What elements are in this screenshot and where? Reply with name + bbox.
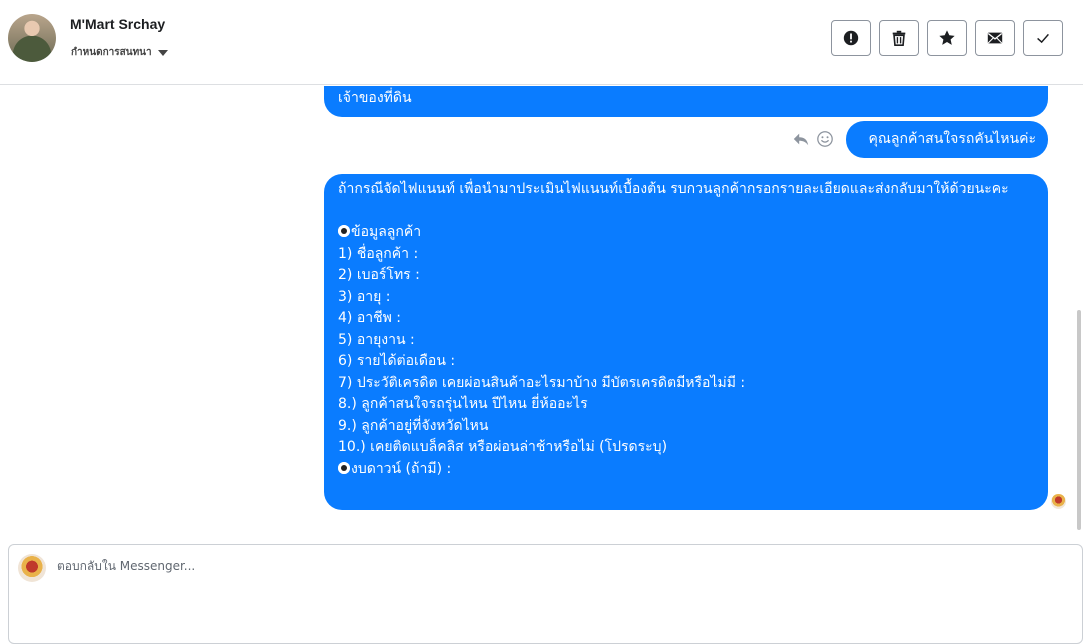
contact-avatar[interactable] (8, 14, 56, 62)
message-bubble[interactable]: คุณลูกค้าสนใจรถคันไหนค่ะ (846, 121, 1048, 158)
star-icon (939, 30, 955, 45)
message-bubble[interactable]: เจ้าของที่ดิน (324, 86, 1048, 117)
mark-spam-button[interactable] (831, 20, 871, 56)
react-icon[interactable] (816, 130, 834, 148)
form-item: 3) อายุ : (338, 288, 391, 305)
message-bubble-form[interactable]: ถ้ากรณีจัดไฟแนนท์ เพื่อนำมาประเมินไฟแนนท… (324, 174, 1048, 510)
radio-button-icon (338, 461, 350, 474)
page-avatar (18, 554, 46, 582)
form-item: 10.) เคยติดแบล็คลิส หรือผ่อนล่าช้าหรือไม… (338, 439, 668, 455)
form-item: 1) ชื่อลูกค้า : (338, 245, 419, 262)
message-text: คุณลูกค้าสนใจรถคันไหนค่ะ (868, 130, 1036, 147)
caret-down-icon (157, 49, 168, 56)
form-section-title: ข้อมูลลูกค้า (351, 224, 422, 240)
star-button[interactable] (927, 20, 967, 56)
mark-done-button[interactable] (1023, 20, 1063, 56)
envelope-icon (987, 32, 1003, 44)
form-item: 2) เบอร์โทร : (338, 267, 420, 283)
message-text: เจ้าของที่ดิน (338, 89, 412, 106)
radio-button-icon (338, 225, 350, 237)
check-icon (1037, 33, 1049, 44)
assign-conversation-label: กำหนดการสนทนา (71, 47, 152, 58)
reply-icon[interactable] (792, 130, 810, 148)
form-item: 6) รายได้ต่อเดือน : (338, 353, 456, 369)
form-item: 7) ประวัติเครดิต เคยผ่อนสินค้าอะไรมาบ้าง… (338, 374, 746, 391)
form-item: 5) อายุงาน : (338, 331, 415, 348)
seen-receipt-avatar (1051, 494, 1066, 509)
conversation-toolbar (831, 20, 1063, 56)
form-intro-text: ถ้ากรณีจัดไฟแนนท์ เพื่อนำมาประเมินไฟแนนท… (338, 181, 1009, 197)
thread-scrollbar[interactable] (1077, 310, 1081, 530)
form-downpayment: งบดาวน์ (ถ้ามี) : (351, 460, 452, 477)
message-actions (792, 130, 834, 148)
reply-input[interactable] (57, 559, 957, 573)
form-item: 8.) ลูกค้าสนใจรถรุ่นไหน ปีไหน ยี่ห้ออะไร (338, 396, 588, 412)
form-item: 9.) ลูกค้าอยู่ที่จังหวัดไหน (338, 417, 489, 434)
assign-conversation-dropdown[interactable]: กำหนดการสนทนา (71, 45, 168, 60)
mark-unread-button[interactable] (975, 20, 1015, 56)
trash-icon (892, 30, 906, 47)
reply-composer[interactable] (8, 544, 1083, 644)
alert-icon (843, 30, 859, 46)
message-thread[interactable]: เจ้าของที่ดิน คุณลูกค้าสนใจรถคันไหนค่ะ ถ… (0, 86, 1083, 530)
form-item: 4) อาชีพ : (338, 310, 401, 326)
delete-button[interactable] (879, 20, 919, 56)
conversation-header: M'Mart Srchay กำหนดการสนทนา (0, 0, 1083, 85)
contact-name[interactable]: M'Mart Srchay (70, 16, 165, 32)
